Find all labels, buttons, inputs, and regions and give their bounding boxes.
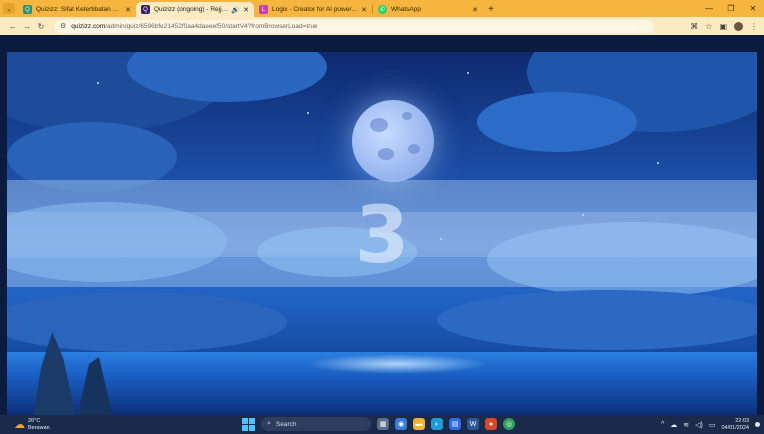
browser-tab[interactable]: L Logix - Creator for AI powered… ✕: [254, 2, 372, 17]
clock-date: 04/01/2024: [721, 424, 749, 431]
onedrive-cloud-icon[interactable]: ☁: [670, 421, 677, 429]
chat-icon[interactable]: ◉: [395, 418, 407, 430]
more-menu-icon[interactable]: ⋮: [750, 22, 758, 31]
speaker-icon[interactable]: 🔊: [231, 6, 240, 14]
cloud: [437, 290, 757, 350]
taskbar-apps: ⌕ Search ▦ ◉ ▬ ◐ ▤ W ● ◎: [242, 417, 515, 431]
reload-icon[interactable]: ↻: [34, 22, 48, 31]
browser-tab[interactable]: Q Quizizz: Sifat Ketertibatan Sis… ✕: [18, 2, 136, 17]
moon-crater: [408, 144, 420, 154]
tab-search-button[interactable]: ⌄: [0, 0, 18, 17]
cloud: [477, 92, 637, 152]
back-arrow-icon[interactable]: ←: [6, 22, 20, 31]
tab-title: Quizizz (ongoing) - Rejjolar: [154, 6, 230, 13]
notification-icon[interactable]: [755, 422, 760, 427]
file-explorer-icon[interactable]: ▬: [413, 418, 425, 430]
edge-browser-icon[interactable]: ◐: [431, 418, 443, 430]
task-view-icon[interactable]: ▦: [377, 418, 389, 430]
partly-cloudy-icon: ☁: [14, 419, 25, 431]
restore-icon[interactable]: ❐: [720, 4, 742, 13]
window-controls: — ❐ ✕: [698, 0, 764, 17]
countdown-number: 3: [354, 191, 410, 281]
taskbar-clock[interactable]: 22:03 04/01/2024: [721, 418, 749, 431]
minimize-icon[interactable]: —: [698, 4, 720, 13]
search-icon: ⌕: [267, 420, 271, 427]
star: [467, 72, 469, 74]
volume-icon[interactable]: ◁): [695, 421, 703, 429]
close-icon[interactable]: ✕: [472, 6, 478, 14]
whatsapp-favicon-icon: ✆: [378, 5, 387, 14]
close-icon[interactable]: ✕: [125, 6, 131, 14]
store-icon[interactable]: ▤: [449, 418, 461, 430]
star: [97, 82, 99, 84]
tab-title: Quizizz: Sifat Ketertibatan Sis…: [36, 6, 123, 13]
toolbar-actions: ⌘ ☆ ▣ ⋮: [690, 21, 758, 31]
chevron-down-icon: ⌄: [3, 3, 15, 14]
chrome-icon[interactable]: ◎: [503, 418, 515, 430]
address-bar[interactable]: ⚙ quizizz.com /admin/quiz/6596bfe21452f0…: [54, 19, 654, 33]
word-icon[interactable]: W: [467, 418, 479, 430]
forward-arrow-icon[interactable]: →: [20, 22, 34, 31]
translate-icon[interactable]: ⌘: [690, 22, 698, 31]
battery-icon[interactable]: ▭: [709, 421, 716, 429]
search-placeholder: Search: [275, 420, 297, 428]
weather-description: Berawan: [28, 424, 50, 431]
profile-avatar[interactable]: [734, 21, 743, 31]
browser-tab-strip: ⌄ Q Quizizz: Sifat Ketertibatan Sis… ✕ Q…: [0, 0, 764, 17]
site-info-icon[interactable]: ⚙: [60, 22, 66, 30]
windows-taskbar: ☁ 26°C Berawan ⌕ Search ▦ ◉ ▬ ◐ ▤ W ● ◎ …: [0, 415, 764, 434]
close-window-icon[interactable]: ✕: [742, 4, 764, 13]
moon-crater: [370, 118, 388, 132]
weather-widget[interactable]: ☁ 26°C Berawan: [0, 418, 120, 431]
logix-favicon-icon: L: [259, 5, 268, 14]
wifi-icon[interactable]: ≋: [683, 421, 689, 429]
browser-toolbar: ← → ↻ ⚙ quizizz.com /admin/quiz/6596bfe2…: [0, 17, 764, 35]
quizizz-favicon-icon: Q: [23, 5, 32, 14]
chevron-up-icon[interactable]: ^: [661, 421, 664, 428]
side-panel-icon[interactable]: ▣: [719, 22, 727, 31]
quizizz-favicon-icon: Q: [141, 5, 150, 14]
close-icon[interactable]: ✕: [243, 6, 249, 14]
star: [307, 112, 309, 114]
url-path: /admin/quiz/6596bfe21452f0aa4daeeef50/st…: [105, 22, 318, 30]
taskbar-search[interactable]: ⌕ Search: [261, 417, 371, 431]
close-icon[interactable]: ✕: [361, 6, 367, 14]
system-tray: ^ ☁ ≋ ◁) ▭ 22:03 04/01/2024: [661, 415, 760, 434]
moon: [352, 100, 434, 182]
moon-crater: [378, 148, 394, 160]
windows-start-icon[interactable]: [242, 417, 255, 431]
moonlight-reflection: [307, 354, 487, 374]
browser-tab-active[interactable]: Q Quizizz (ongoing) - Rejjolar 🔊 ✕: [136, 2, 254, 17]
browser-tab[interactable]: ✆ WhatsApp ✕: [373, 2, 483, 17]
tab-title: Logix - Creator for AI powered…: [272, 6, 359, 13]
office-icon[interactable]: ●: [485, 418, 497, 430]
quiz-countdown-screen: 3: [7, 52, 757, 415]
tab-title: WhatsApp: [391, 6, 421, 13]
moon-crater: [402, 112, 412, 120]
bookmark-star-icon[interactable]: ☆: [705, 22, 712, 31]
star: [657, 162, 659, 164]
new-tab-button[interactable]: +: [483, 2, 499, 17]
url-host: quizizz.com: [71, 22, 106, 30]
